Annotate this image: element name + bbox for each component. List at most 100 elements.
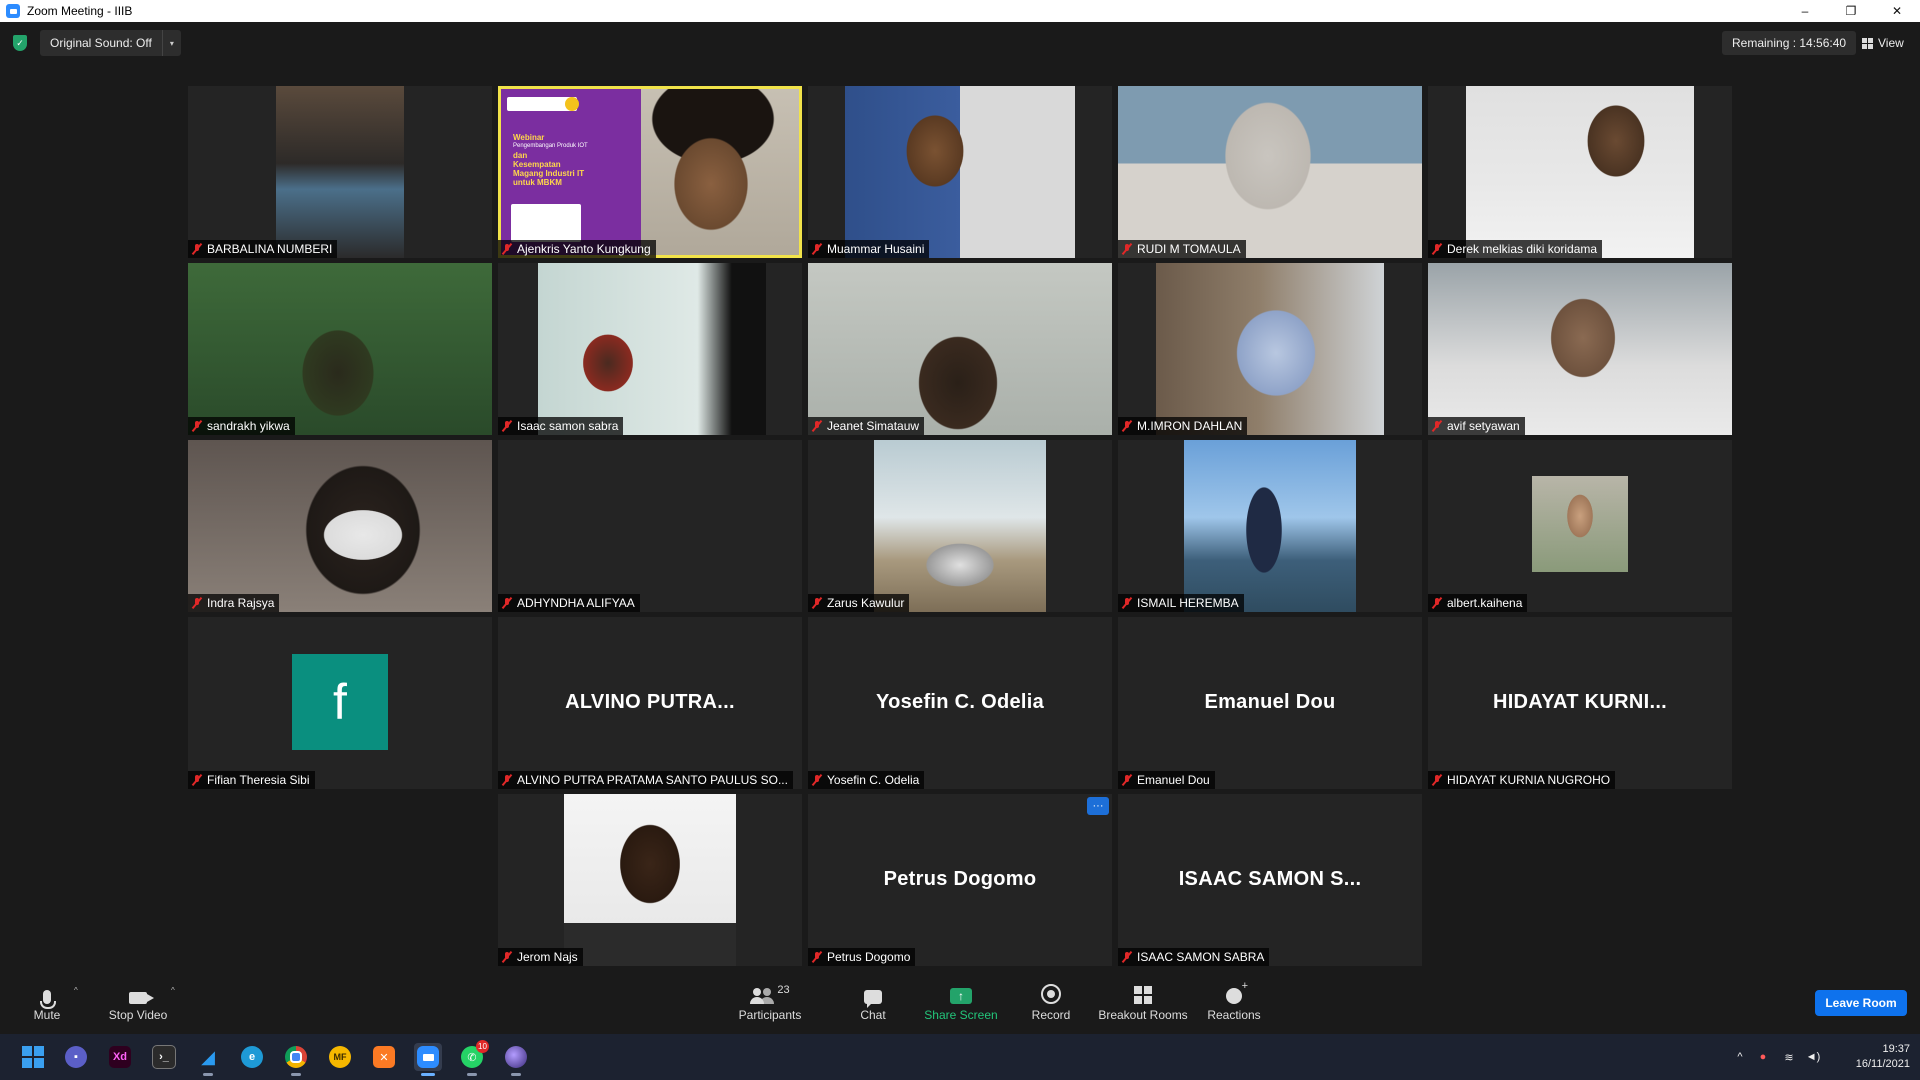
- participant-name-tag: Indra Rajsya: [188, 594, 280, 612]
- zoom-app-icon: [6, 4, 20, 18]
- system-tray: ^ ● ≋ ◄): [1730, 1034, 1824, 1080]
- participant-tile[interactable]: RUDI M TOMAULA: [1118, 86, 1422, 258]
- share-screen-button[interactable]: ↑ Share Screen: [924, 982, 998, 1022]
- video-options-caret-icon[interactable]: ^: [171, 986, 175, 995]
- participant-video: [874, 440, 1046, 612]
- participant-tile[interactable]: ALVINO PUTRA... ALVINO PUTRA PRATAMA SANT…: [498, 617, 802, 789]
- participant-tile[interactable]: ISMAIL HEREMBA: [1118, 440, 1422, 612]
- participant-tile[interactable]: sandrakh yikwa: [188, 263, 492, 435]
- breakout-rooms-icon: [1134, 986, 1152, 1004]
- minimize-button[interactable]: –: [1782, 0, 1828, 22]
- taskbar-obs[interactable]: [502, 1043, 530, 1076]
- reactions-button[interactable]: Reactions: [1206, 980, 1262, 1022]
- muted-mic-icon: [191, 420, 203, 432]
- participant-video: [564, 794, 736, 966]
- mic-in-use-icon[interactable]: ●: [1750, 1051, 1776, 1063]
- chat-icon: [864, 990, 882, 1008]
- participant-tile[interactable]: Derek melkias diki koridama: [1428, 86, 1732, 258]
- slide-text-line: Kesempatan: [513, 160, 561, 169]
- start-button[interactable]: [19, 1043, 47, 1071]
- participant-tile[interactable]: ISAAC SAMON S... ISAAC SAMON SABRA: [1118, 794, 1422, 966]
- participants-count: 23: [777, 984, 790, 996]
- participant-tile[interactable]: Isaac samon sabra: [498, 263, 802, 435]
- participant-tile[interactable]: Emanuel Dou Emanuel Dou: [1118, 617, 1422, 789]
- participant-name: BARBALINA NUMBERI: [207, 242, 333, 256]
- taskbar-mf[interactable]: MF: [326, 1043, 354, 1071]
- record-button[interactable]: Record: [1030, 982, 1072, 1022]
- terminal-icon: ›_: [152, 1045, 176, 1069]
- participant-display-name: ISAAC SAMON S...: [1178, 868, 1362, 890]
- participant-tile[interactable]: Petrus Dogomo ··· Petrus Dogomo: [808, 794, 1112, 966]
- stop-video-button[interactable]: Stop Video: [108, 982, 168, 1022]
- audio-options-caret-icon[interactable]: ^: [74, 986, 78, 995]
- participant-tile[interactable]: Zarus Kawulur: [808, 440, 1112, 612]
- participant-name-tag: ISAAC SAMON SABRA: [1118, 948, 1270, 966]
- original-sound-button[interactable]: Original Sound: Off ▾: [40, 30, 181, 56]
- leave-room-button[interactable]: Leave Room: [1815, 990, 1907, 1016]
- participant-name: Jerom Najs: [517, 950, 578, 964]
- participant-name-tag: avif setyawan: [1428, 417, 1525, 435]
- muted-mic-icon: [1431, 597, 1443, 609]
- reactions-icon: [1226, 980, 1248, 1004]
- taskbar-chrome[interactable]: [282, 1043, 310, 1076]
- participant-video: [641, 89, 799, 255]
- participant-name: ADHYNDHA ALIFYAA: [517, 596, 635, 610]
- restore-button[interactable]: ❐: [1828, 0, 1874, 22]
- participants-button[interactable]: 23 Participants: [734, 982, 806, 1022]
- participant-tile[interactable]: Indra Rajsya: [188, 440, 492, 612]
- muted-mic-icon: [1121, 774, 1133, 786]
- participant-name: Derek melkias diki koridama: [1447, 242, 1598, 256]
- tray-chevron-icon[interactable]: ^: [1730, 1051, 1750, 1063]
- participant-display-name: Petrus Dogomo: [883, 868, 1037, 890]
- participant-tile[interactable]: BARBALINA NUMBERI: [188, 86, 492, 258]
- chevron-down-icon[interactable]: ▾: [161, 30, 181, 56]
- taskbar-teams[interactable]: ▪: [62, 1043, 90, 1071]
- muted-mic-icon: [1431, 243, 1443, 255]
- participant-tile[interactable]: avif setyawan: [1428, 263, 1732, 435]
- participant-name-tag: albert.kaihena: [1428, 594, 1528, 612]
- participant-tile[interactable]: M.IMRON DAHLAN: [1118, 263, 1422, 435]
- participants-icon: [750, 988, 774, 1004]
- participant-name: Zarus Kawulur: [827, 596, 905, 610]
- mute-button[interactable]: Mute: [30, 982, 64, 1022]
- taskbar-zoom[interactable]: [414, 1043, 442, 1076]
- participant-name-tag: ALVINO PUTRA PRATAMA SANTO PAULUS SO...: [498, 771, 793, 789]
- participant-avatar: f: [292, 654, 388, 750]
- taskbar-vscode[interactable]: ◢: [194, 1043, 222, 1076]
- breakout-rooms-button[interactable]: Breakout Rooms: [1098, 982, 1188, 1022]
- taskbar-terminal[interactable]: ›_: [150, 1043, 178, 1071]
- muted-mic-icon: [191, 774, 203, 786]
- more-options-icon[interactable]: ···: [1087, 797, 1109, 815]
- view-button[interactable]: View: [1862, 31, 1904, 55]
- participant-tile[interactable]: f Fifian Theresia Sibi: [188, 617, 492, 789]
- participant-tile[interactable]: Yosefin C. Odelia Yosefin C. Odelia: [808, 617, 1112, 789]
- close-button[interactable]: ✕: [1874, 0, 1920, 22]
- participant-tile[interactable]: Jeanet Simatauw: [808, 263, 1112, 435]
- wifi-icon[interactable]: ≋: [1776, 1051, 1802, 1064]
- taskbar-clock[interactable]: 19:37 16/11/2021: [1838, 1042, 1910, 1072]
- chat-button[interactable]: Chat: [856, 982, 890, 1022]
- volume-icon[interactable]: ◄): [1802, 1051, 1824, 1063]
- taskbar-edge[interactable]: e: [238, 1043, 266, 1071]
- taskbar-xampp[interactable]: ✕: [370, 1043, 398, 1071]
- participant-tile[interactable]: albert.kaihena: [1428, 440, 1732, 612]
- microphone-icon: [40, 990, 56, 1009]
- record-label: Record: [1031, 1008, 1071, 1022]
- windows-taskbar: ▪ Xd ›_ ◢ e MF ✕ ✆ 10 ^ ● ≋ ◄) 19:37 16/…: [0, 1034, 1920, 1080]
- participant-tile[interactable]: HIDAYAT KURNI... HIDAYAT KURNIA NUGROHO: [1428, 617, 1732, 789]
- participant-tile[interactable]: Muammar Husaini: [808, 86, 1112, 258]
- participant-name: Yosefin C. Odelia: [827, 773, 920, 787]
- taskbar-adobe-xd[interactable]: Xd: [106, 1043, 134, 1071]
- participant-tile[interactable]: ADHYNDHA ALIFYAA: [498, 440, 802, 612]
- muted-mic-icon: [1121, 243, 1133, 255]
- muted-mic-icon: [811, 243, 823, 255]
- participant-display-name: Yosefin C. Odelia: [875, 691, 1045, 713]
- participant-tile[interactable]: Jerom Najs: [498, 794, 802, 966]
- security-shield-icon[interactable]: ✓: [13, 35, 27, 51]
- participant-tile[interactable]: Webinar Pengembangan Produk IOT dan Kesempa…: [498, 86, 802, 258]
- slide-text: Webinar Pengembangan Produk IOT dan Kesempa…: [513, 133, 588, 187]
- zoom-icon: [417, 1046, 439, 1068]
- clock-date: 16/11/2021: [1855, 1058, 1910, 1070]
- participant-display-name: HIDAYAT KURNI...: [1492, 691, 1668, 713]
- taskbar-whatsapp[interactable]: ✆ 10: [458, 1040, 489, 1076]
